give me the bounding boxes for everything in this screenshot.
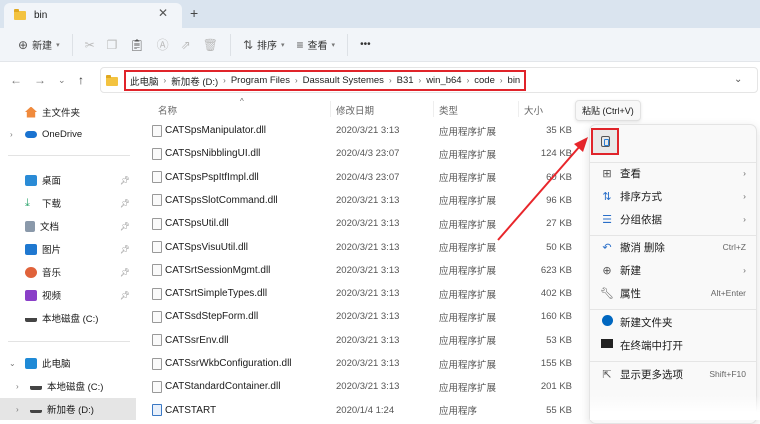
- menu-item-sort[interactable]: ⇅ 排序方式 ›: [590, 185, 756, 207]
- label: 排序方式: [620, 190, 662, 203]
- menu-item-properties[interactable]: 🔧︎ 属性 Alt+Enter: [590, 282, 756, 304]
- menu-item-new[interactable]: ⊕ 新建 ›: [590, 259, 756, 281]
- paste-tooltip: 粘贴 (Ctrl+V): [575, 100, 641, 121]
- external-icon: ⇱: [602, 368, 612, 381]
- label: 在终端中打开: [620, 339, 683, 352]
- terminal-icon: [600, 339, 614, 351]
- chevron-right-icon: ›: [743, 191, 746, 201]
- label: 属性: [620, 287, 641, 300]
- new-folder-icon: [600, 315, 614, 329]
- menu-item-group[interactable]: ☰ 分组依据 ›: [590, 208, 756, 230]
- menu-item-view[interactable]: ⊞ 查看 ›: [590, 162, 756, 184]
- menu-item-undo-delete[interactable]: ↶ 撤消 删除 Ctrl+Z: [590, 236, 756, 258]
- label: 新建文件夹: [620, 316, 673, 329]
- plus-circle-icon: ⊕: [602, 264, 612, 277]
- label: 显示更多选项: [620, 368, 683, 381]
- wrench-icon: 🔧︎: [600, 287, 614, 300]
- paste-menu-button[interactable]: [591, 128, 619, 155]
- clipboard-icon: [600, 136, 610, 147]
- label: 分组依据: [620, 213, 662, 226]
- chevron-right-icon: ›: [743, 214, 746, 224]
- menu-item-open-terminal[interactable]: 在终端中打开: [590, 334, 756, 356]
- label: 新建: [620, 264, 641, 277]
- group-icon: ☰: [602, 213, 612, 226]
- shortcut: Shift+F10: [709, 369, 746, 379]
- menu-item-new-folder[interactable]: 新建文件夹: [590, 311, 756, 333]
- undo-icon: ↶: [602, 241, 612, 254]
- fade-overlay: [590, 395, 760, 420]
- shortcut: Alt+Enter: [710, 288, 746, 298]
- grid-icon: ⊞: [602, 167, 612, 180]
- chevron-right-icon: ›: [743, 168, 746, 178]
- chevron-right-icon: ›: [743, 265, 746, 275]
- sort-icon: ⇅: [602, 190, 612, 203]
- menu-item-more-options[interactable]: ⇱ 显示更多选项 Shift+F10: [590, 363, 756, 385]
- label: 查看: [620, 167, 641, 180]
- context-menu: ⊞ 查看 › ⇅ 排序方式 › ☰ 分组依据 › ↶ 撤消 删除 Ctrl+Z ⊕ 新建 › 🔧︎ 属…: [589, 124, 757, 424]
- label: 撤消 删除: [620, 241, 665, 254]
- shortcut: Ctrl+Z: [722, 242, 746, 252]
